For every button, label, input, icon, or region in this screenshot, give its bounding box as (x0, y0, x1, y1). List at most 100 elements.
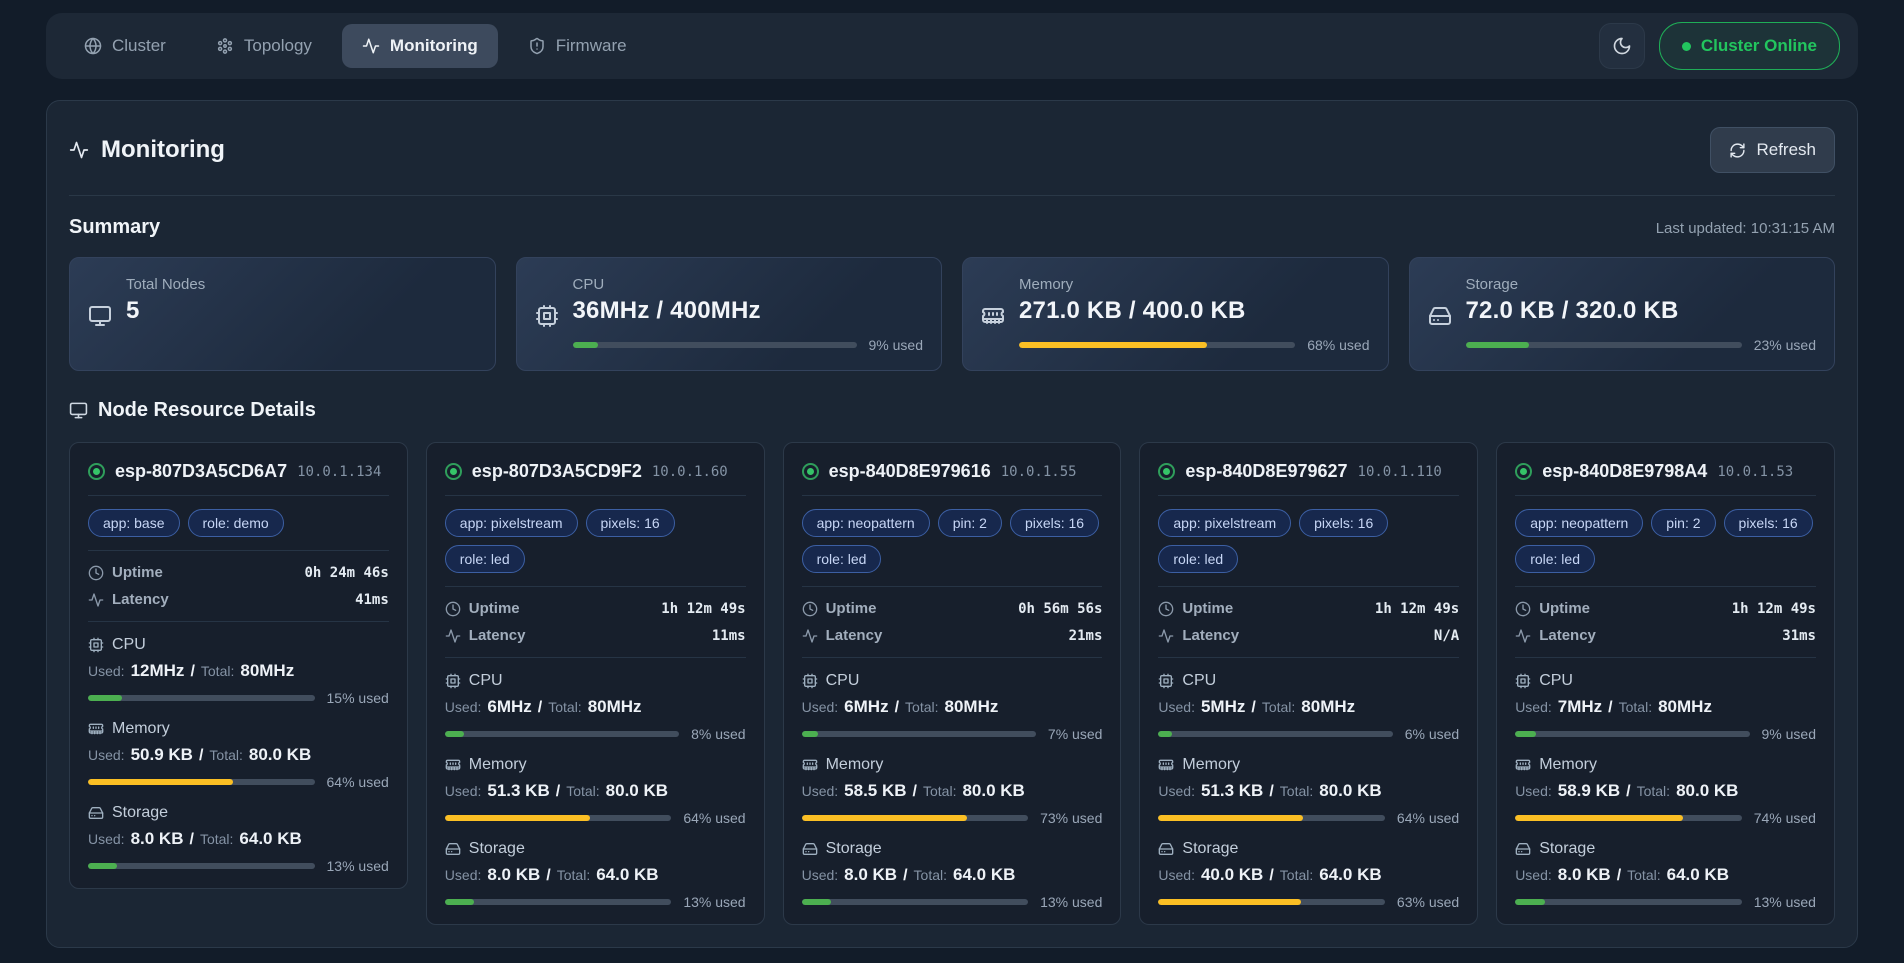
progress-fill (1466, 342, 1530, 348)
resource-label: Memory (112, 720, 170, 738)
cpu-icon (802, 673, 818, 689)
node-tag: pixels: 16 (586, 509, 675, 537)
progress-track (802, 731, 1036, 737)
tab-monitoring[interactable]: Monitoring (342, 24, 498, 68)
separator: / (190, 663, 194, 681)
percent-used-label: 13% used (683, 894, 745, 910)
separator: / (1269, 783, 1273, 801)
progress-track (1019, 342, 1295, 348)
firmware-shield-icon (528, 37, 546, 55)
progress-fill (88, 695, 122, 701)
total-label: Total: (1280, 867, 1313, 883)
divider (88, 495, 389, 496)
total-value: 80MHz (588, 697, 642, 717)
tab-cluster[interactable]: Cluster (64, 24, 186, 68)
summary-card-value: 36MHz / 400MHz (573, 297, 924, 325)
activity-icon (802, 628, 818, 644)
progress-track (445, 815, 672, 821)
activity-icon (69, 140, 89, 160)
latency-label: Latency (826, 627, 883, 644)
summary-card-value: 72.0 KB / 320.0 KB (1466, 297, 1817, 325)
used-label: Used: (802, 699, 839, 715)
percent-used-label: 13% used (1754, 894, 1816, 910)
progress-track (445, 731, 679, 737)
node-tag: pin: 2 (938, 509, 1002, 537)
divider (1515, 657, 1816, 658)
uptime-label: Uptime (469, 600, 520, 617)
separator: / (1269, 867, 1273, 885)
progress-fill (1158, 815, 1303, 821)
percent-used-label: 64% used (1397, 810, 1459, 826)
total-label: Total: (1637, 783, 1670, 799)
resource-label: Memory (1182, 756, 1240, 774)
node-tag: role: demo (188, 509, 284, 537)
latency-label: Latency (469, 627, 526, 644)
separator: / (895, 699, 899, 717)
node-ip: 10.0.1.60 (652, 464, 728, 480)
used-value: 58.5 KB (844, 781, 906, 801)
used-value: 50.9 KB (131, 745, 193, 765)
percent-used-label: 6% used (1405, 726, 1459, 742)
progress-track (802, 899, 1029, 905)
uptime-row: Uptime 0h 24m 46s (88, 564, 389, 581)
progress-fill (1515, 731, 1536, 737)
divider (445, 586, 746, 587)
percent-used-label: 64% used (683, 810, 745, 826)
progress-track (445, 899, 672, 905)
total-value: 80MHz (945, 697, 999, 717)
latency-row: Latency 11ms (445, 627, 746, 644)
clock-icon (445, 601, 461, 617)
progress-track (88, 695, 315, 701)
node-ip: 10.0.1.53 (1717, 464, 1793, 480)
total-label: Total: (548, 699, 581, 715)
divider (802, 586, 1103, 587)
theme-toggle-button[interactable] (1599, 23, 1645, 69)
used-value: 5MHz (1201, 697, 1245, 717)
cpu-section: CPU Used: 5MHz / Total: 80MHz 6% used (1158, 672, 1459, 742)
tab-label: Monitoring (390, 36, 478, 56)
progress-fill (445, 815, 590, 821)
total-value: 80.0 KB (606, 781, 668, 801)
summary-card-cpu: CPU 36MHz / 400MHz 9% used (516, 257, 943, 371)
node-name: esp-840D8E979627 (1185, 461, 1347, 482)
node-name: esp-840D8E9798A4 (1542, 461, 1707, 482)
progress-fill (573, 342, 599, 348)
progress-fill (1158, 899, 1301, 905)
used-label: Used: (445, 867, 482, 883)
percent-used-label: 9% used (869, 337, 923, 353)
uptime-row: Uptime 1h 12m 49s (1158, 600, 1459, 617)
progress-fill (1019, 342, 1207, 348)
node-online-dot-icon (445, 463, 462, 480)
used-label: Used: (802, 783, 839, 799)
node-card: esp-840D8E979616 10.0.1.55 app: neopatte… (783, 442, 1122, 925)
node-tag: app: pixelstream (1158, 509, 1291, 537)
tab-firmware[interactable]: Firmware (508, 24, 647, 68)
storage-icon (802, 841, 818, 857)
node-ip: 10.0.1.134 (297, 464, 381, 480)
resource-sections: CPU Used: 7MHz / Total: 80MHz 9% used Me… (1515, 672, 1816, 910)
clock-icon (802, 601, 818, 617)
progress-track (1466, 342, 1742, 348)
node-card: esp-807D3A5CD6A7 10.0.1.134 app: baserol… (69, 442, 408, 889)
used-label: Used: (88, 831, 125, 847)
used-value: 6MHz (844, 697, 888, 717)
progress-fill (1158, 731, 1172, 737)
progress-track (1158, 815, 1385, 821)
divider (445, 657, 746, 658)
memory-icon (802, 757, 818, 773)
node-tag: pixels: 16 (1010, 509, 1099, 537)
node-tags: app: pixelstreampixels: 16role: led (1158, 509, 1459, 573)
resource-label: CPU (469, 672, 503, 690)
node-tag: role: led (445, 545, 525, 573)
cluster-status-badge[interactable]: Cluster Online (1659, 22, 1840, 70)
storage-section: Storage Used: 8.0 KB / Total: 64.0 KB 13… (445, 840, 746, 910)
progress-track (573, 342, 857, 348)
resource-label: CPU (112, 636, 146, 654)
used-label: Used: (1158, 867, 1195, 883)
cpu-icon (1515, 673, 1531, 689)
total-value: 64.0 KB (1319, 865, 1381, 885)
uptime-value: 1h 12m 49s (1732, 601, 1816, 617)
progress-track (1158, 899, 1385, 905)
tab-topology[interactable]: Topology (196, 24, 332, 68)
refresh-button[interactable]: Refresh (1710, 127, 1835, 173)
